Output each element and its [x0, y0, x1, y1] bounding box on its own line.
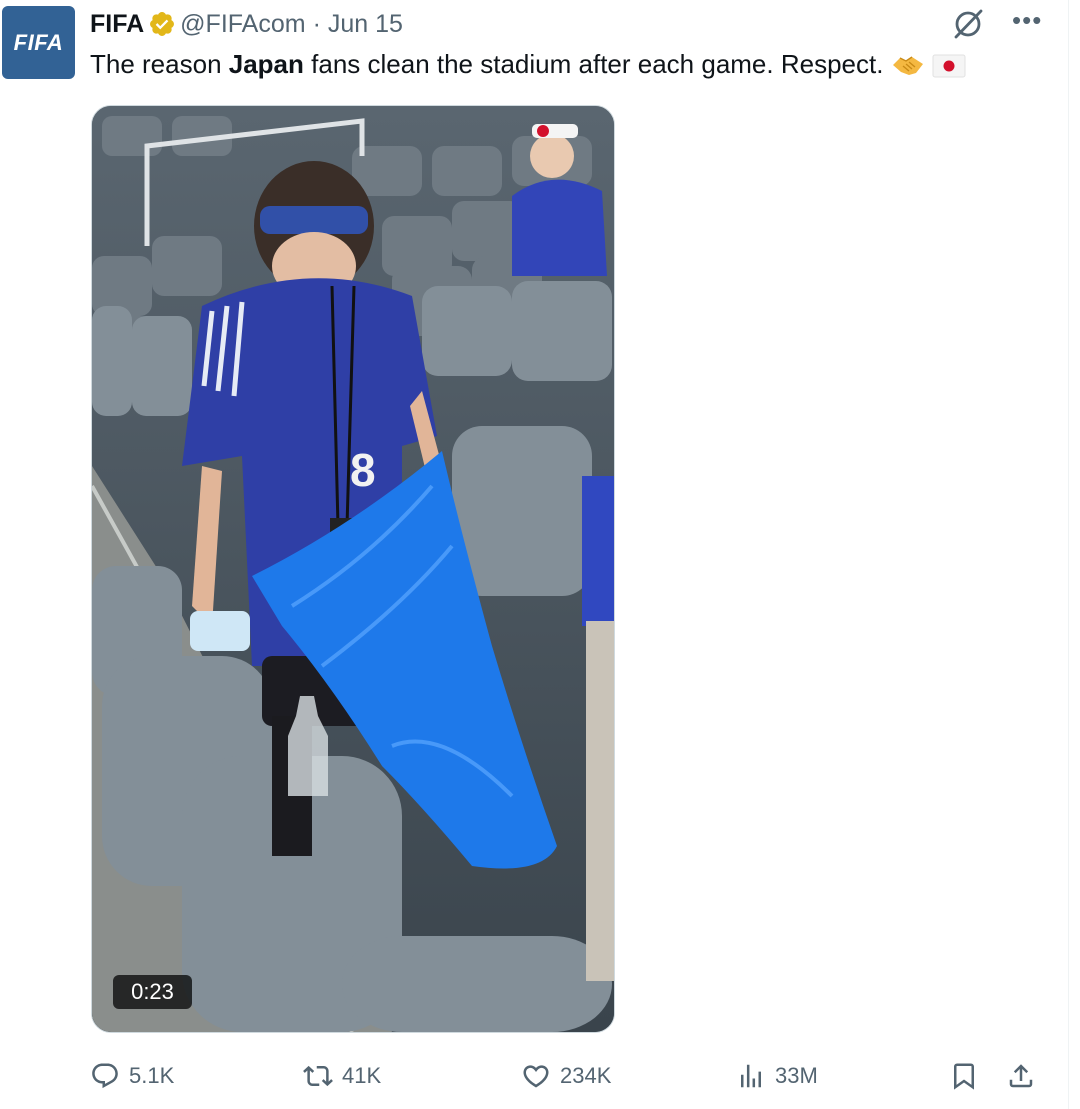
repost-button[interactable]: 41K — [303, 1056, 381, 1096]
repost-icon — [303, 1065, 333, 1087]
views-button[interactable]: 33M — [736, 1056, 818, 1096]
video-frame: 8 — [92, 106, 614, 1032]
avatar-logo-text: FIFA — [13, 29, 64, 55]
video-player[interactable]: 8 — [91, 105, 615, 1033]
grok-icon[interactable] — [950, 6, 986, 42]
reply-count: 5.1K — [129, 1063, 175, 1088]
like-count: 234K — [560, 1063, 612, 1088]
reply-button[interactable]: 5.1K — [90, 1056, 174, 1096]
tweet-date[interactable]: Jun 15 — [328, 10, 403, 39]
timeline-divider — [1068, 0, 1069, 1109]
tweet-actions-bar: 5.1K 41K 234K 33M — [0, 1056, 1080, 1096]
tweet-text-part: The reason — [90, 49, 229, 79]
verified-badge-icon[interactable] — [148, 10, 176, 38]
share-button[interactable] — [1006, 1056, 1036, 1096]
like-button[interactable]: 234K — [521, 1056, 611, 1096]
video-duration-badge: 0:23 — [113, 975, 192, 1009]
more-icon[interactable]: ••• — [1012, 7, 1042, 33]
tweet-text-part: fans clean the stadium after each game. … — [303, 49, 891, 79]
tweet-header: FIFA @FIFAcom · Jun 15 — [90, 8, 403, 40]
handshake-emoji-icon — [892, 56, 923, 76]
reply-icon — [92, 1063, 118, 1089]
japan-flag-icon — [932, 54, 966, 78]
like-icon — [523, 1065, 549, 1088]
author-name[interactable]: FIFA — [90, 10, 144, 39]
author-handle[interactable]: @FIFAcom — [180, 10, 305, 39]
avatar[interactable]: FIFA — [2, 6, 75, 79]
views-count: 33M — [775, 1063, 818, 1088]
tweet-text-bold[interactable]: Japan — [229, 49, 304, 79]
repost-count: 41K — [342, 1063, 382, 1088]
share-icon — [1009, 1064, 1033, 1088]
svg-text:8: 8 — [350, 444, 376, 496]
views-icon — [741, 1064, 761, 1088]
tweet-top-actions: ••• — [950, 6, 1042, 42]
bookmark-button[interactable] — [949, 1056, 979, 1096]
bookmark-icon — [954, 1063, 974, 1090]
tweet-text: The reason Japan fans clean the stadium … — [90, 46, 966, 82]
separator-dot: · — [312, 9, 321, 38]
